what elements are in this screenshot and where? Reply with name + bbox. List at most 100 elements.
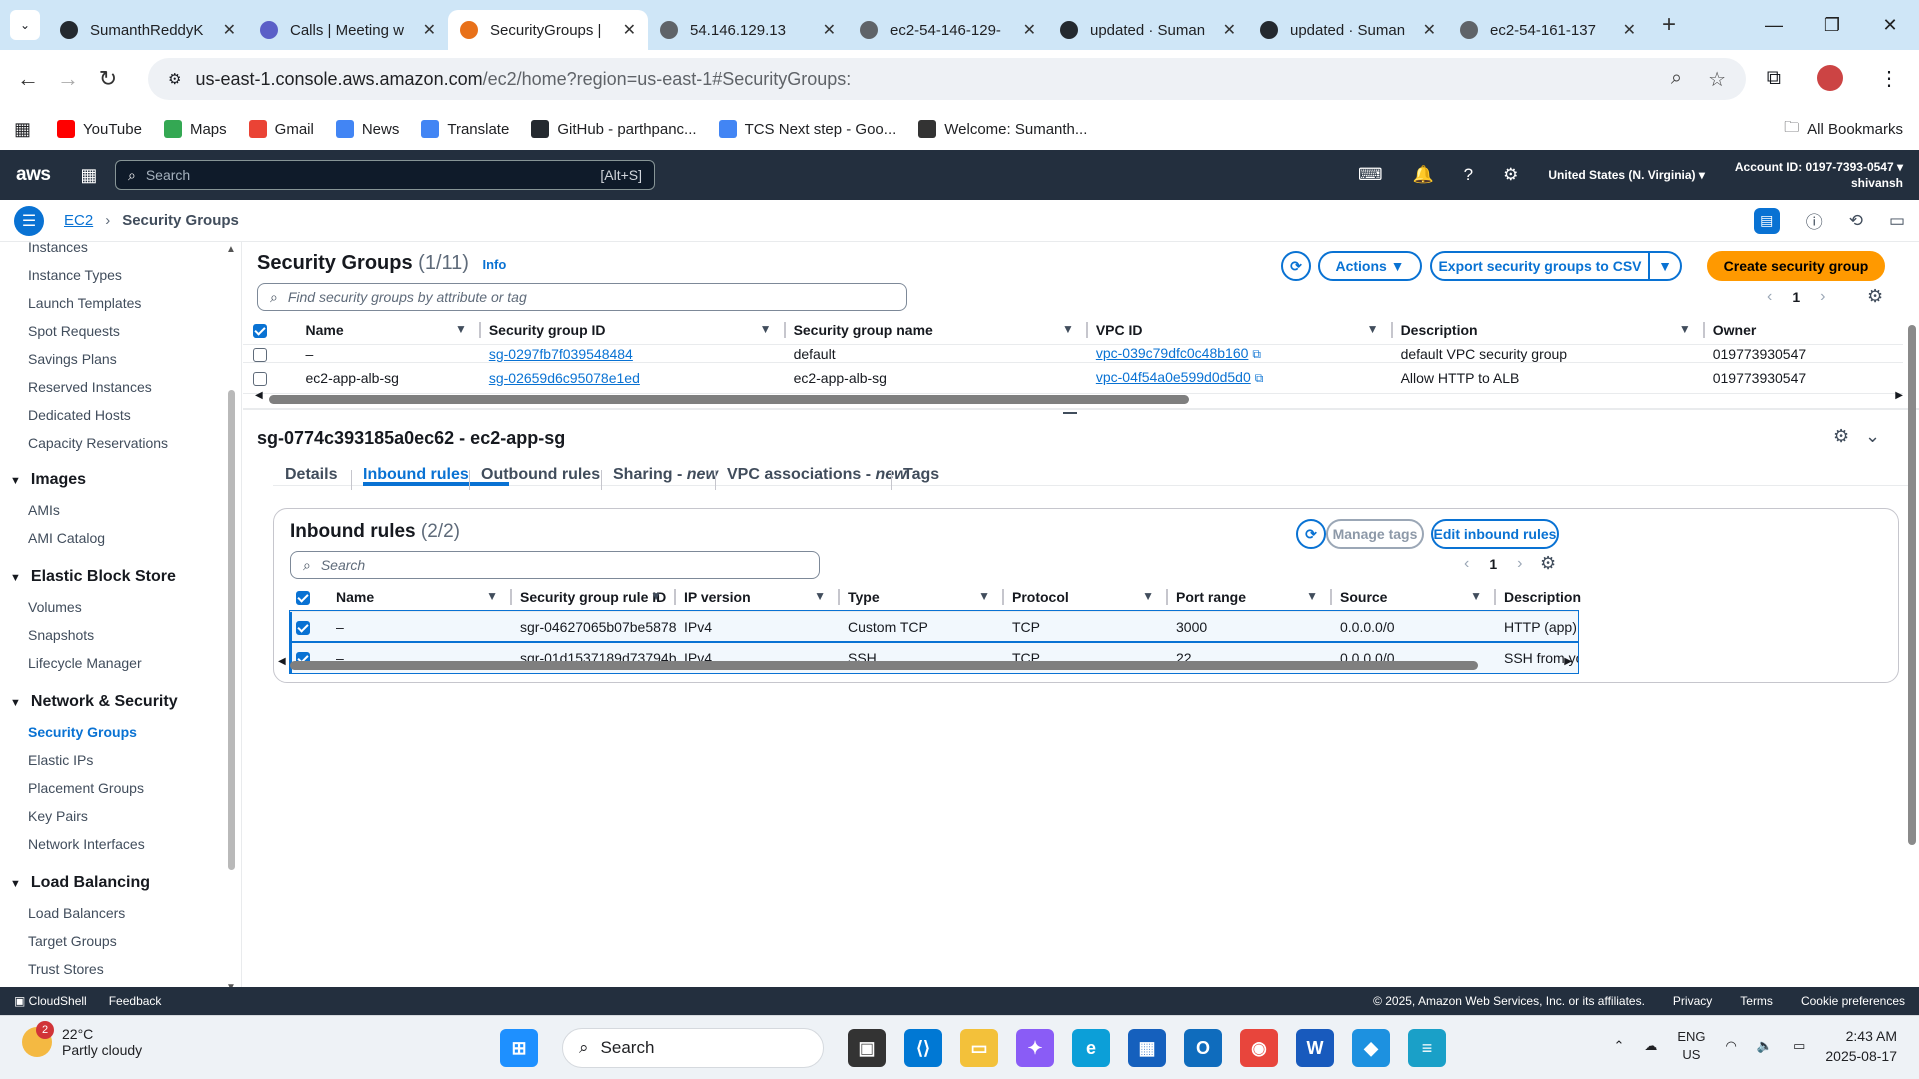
tab-search-button[interactable]: ⌄ [10, 10, 40, 40]
browser-tab[interactable]: ec2-54-161-137 ✕ [1448, 10, 1648, 50]
column-header[interactable]: IP version ▼ [676, 583, 840, 611]
rules-hscroll-thumb[interactable] [290, 661, 1478, 670]
back-icon[interactable]: ← [8, 66, 48, 92]
split-panel-handle[interactable] [1063, 412, 1077, 414]
notifications-bell-icon[interactable]: 🔔 [1413, 165, 1434, 185]
file-explorer-icon[interactable]: ▭ [960, 1029, 998, 1067]
feedback-link[interactable]: Feedback [109, 994, 162, 1008]
scroll-left-icon[interactable]: ◀ [278, 656, 286, 667]
sg-hscroll-thumb[interactable] [269, 395, 1189, 404]
sidebar-item[interactable]: Load Balancers [28, 905, 125, 921]
volume-icon[interactable]: 🔈 [1757, 1038, 1773, 1054]
next-page-icon[interactable]: › [1517, 555, 1522, 573]
clock[interactable]: 2:43 AM 2025-08-17 [1825, 1026, 1897, 1066]
edit-inbound-rules-button[interactable]: Edit inbound rules [1431, 519, 1559, 549]
browser-tab[interactable]: Calls | Meeting w ✕ [248, 10, 448, 50]
sidebar-item[interactable]: Lifecycle Manager [28, 655, 142, 671]
cloudshell-icon[interactable]: ⌨ [1358, 165, 1383, 185]
refresh-button[interactable]: ⟳ [1281, 251, 1311, 281]
sidebar-item[interactable]: Elastic IPs [28, 752, 93, 768]
sort-caret-icon[interactable]: ▼ [1679, 322, 1691, 336]
zoom-icon[interactable]: ⌕ [1671, 67, 1682, 92]
services-grid-icon[interactable]: ▦ [80, 165, 97, 186]
bookmark-star-icon[interactable]: ☆ [1708, 67, 1726, 92]
site-info-icon[interactable]: ⚙ [168, 70, 181, 88]
sort-caret-icon[interactable]: ▼ [1470, 589, 1482, 603]
row-checkbox[interactable] [253, 347, 267, 362]
export-dropdown-button[interactable]: ▼ [1648, 251, 1682, 281]
sidebar-item[interactable]: Savings Plans [28, 351, 117, 367]
vscode-icon[interactable]: ⟨⟩ [904, 1029, 942, 1067]
column-header[interactable]: Name ▼ [328, 583, 512, 611]
sidebar-item[interactable]: Instance Types [28, 267, 122, 283]
sg-table-hscroll[interactable]: ◀ ▶ [255, 390, 1903, 405]
browser-tab[interactable]: updated · Suman ✕ [1248, 10, 1448, 50]
account-menu[interactable]: Account ID: 0197-7393-0547 ▾ shivansh [1735, 159, 1903, 191]
column-header[interactable]: Description [1496, 583, 1581, 611]
browser-tab[interactable]: updated · Suman ✕ [1048, 10, 1248, 50]
browser-tab[interactable]: SumanthReddyK ✕ [48, 10, 248, 50]
close-tab-icon[interactable]: ✕ [623, 20, 636, 40]
row-select-cell[interactable] [243, 343, 298, 362]
store-icon[interactable]: ▦ [1128, 1029, 1166, 1067]
info-link[interactable]: Info [483, 257, 507, 272]
apps-grid-icon[interactable]: ▦ [14, 119, 31, 140]
sidebar-section-header[interactable]: Load Balancing [10, 874, 150, 892]
notepad-icon[interactable]: ≡ [1408, 1029, 1446, 1067]
vpc-id-link[interactable]: vpc-04f54a0e599d0d5d0 [1096, 369, 1251, 385]
help-icon[interactable]: ? [1464, 165, 1473, 185]
column-header[interactable]: VPC ID ▼ [1088, 316, 1393, 344]
sidebar-item[interactable]: Security Groups [28, 724, 137, 740]
all-bookmarks[interactable]: 🗀 All Bookmarks [1784, 117, 1903, 142]
bookmark-item[interactable]: News [335, 120, 399, 138]
sort-caret-icon[interactable]: ▼ [760, 322, 772, 336]
settings-gear-icon[interactable]: ⚙ [1503, 165, 1518, 185]
tab-details[interactable]: Details [285, 466, 337, 484]
aws-logo[interactable]: aws [16, 164, 51, 186]
sg-id-link[interactable]: sg-0297fb7f039548484 [489, 346, 633, 362]
select-all-checkbox[interactable] [296, 590, 310, 605]
bookmark-item[interactable]: GitHub - parthpanc... [531, 120, 697, 138]
bookmark-item[interactable]: TCS Next step - Goo... [718, 120, 896, 138]
sidebar-scrollbar[interactable]: ▲ ▼ [226, 244, 236, 987]
sort-caret-icon[interactable]: ▼ [978, 589, 990, 603]
sidebar-item[interactable]: Reserved Instances [28, 379, 152, 395]
onedrive-icon[interactable]: ☁ [1644, 1038, 1657, 1054]
sidebar-item[interactable]: Launch Templates [28, 295, 141, 311]
select-all-checkbox[interactable] [253, 323, 267, 338]
sidebar-item[interactable]: Target Groups [28, 933, 117, 949]
create-security-group-button[interactable]: Create security group [1707, 251, 1885, 281]
tab-inbound-rules[interactable]: Inbound rules [363, 466, 469, 484]
tab-tags[interactable]: Tags [903, 466, 939, 484]
collapse-chevron-icon[interactable]: ⌄ [1865, 426, 1880, 447]
sidebar-item[interactable]: Dedicated Hosts [28, 407, 131, 423]
prev-page-icon[interactable]: ‹ [1464, 555, 1469, 573]
feedback-icon[interactable]: ▭ [1889, 211, 1905, 231]
language-indicator[interactable]: ENG US [1677, 1028, 1705, 1064]
actions-button[interactable]: Actions ▼ [1318, 251, 1422, 281]
table-row[interactable]: – sg-0297fb7f039548484 default vpc-039c79df… [243, 343, 1903, 362]
region-selector[interactable]: United States (N. Virginia) ▾ [1548, 168, 1705, 182]
start-windows-icon[interactable]: ⊞ [500, 1029, 538, 1067]
column-header[interactable]: Security group name ▼ [786, 316, 1088, 344]
sort-caret-icon[interactable]: ▼ [1306, 589, 1318, 603]
tray-chevron-icon[interactable]: ⌃ [1613, 1038, 1624, 1054]
close-tab-icon[interactable]: ✕ [823, 20, 836, 40]
sidebar-item[interactable]: Trust Stores [28, 961, 104, 977]
docker-icon[interactable]: ◆ [1352, 1029, 1390, 1067]
cloudshell-link[interactable]: ▣ CloudShell [14, 994, 87, 1008]
scroll-right-icon[interactable]: ▶ [1895, 390, 1903, 401]
bookmark-item[interactable]: YouTube [57, 120, 142, 138]
row-select-cell[interactable] [243, 361, 298, 393]
close-tab-icon[interactable]: ✕ [1223, 20, 1236, 40]
bookmark-item[interactable]: Gmail [248, 120, 314, 138]
restore-icon[interactable]: ❐ [1803, 0, 1861, 50]
battery-icon[interactable]: ▭ [1793, 1038, 1805, 1054]
sidebar-item[interactable]: AMI Catalog [28, 530, 105, 546]
task-view-icon[interactable]: ▣ [848, 1029, 886, 1067]
edge-icon[interactable]: e [1072, 1029, 1110, 1067]
next-page-icon[interactable]: › [1820, 288, 1825, 306]
extensions-icon[interactable]: ⧉ [1767, 67, 1781, 90]
close-tab-icon[interactable]: ✕ [1023, 20, 1036, 40]
sidebar-item[interactable]: Snapshots [28, 627, 94, 643]
